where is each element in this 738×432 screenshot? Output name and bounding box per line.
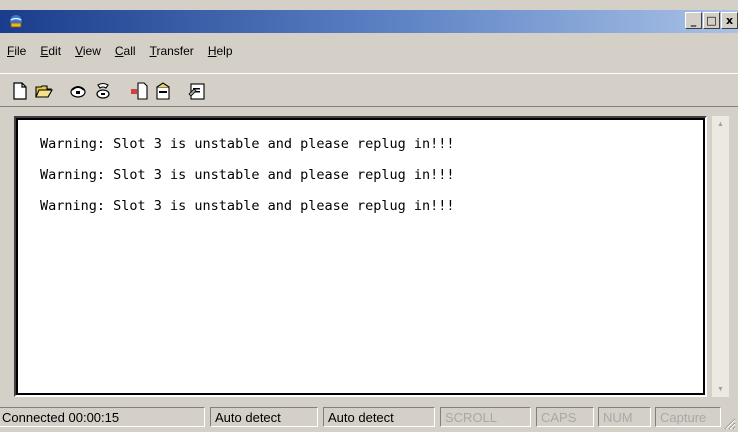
hyperterminal-app-icon[interactable] [8,13,24,29]
status-bar: Connected 00:00:15 Auto detect Auto dete… [0,405,738,432]
send-icon[interactable] [127,79,150,102]
disconnect-icon[interactable] [91,79,114,102]
toolbar [0,73,738,107]
menu-call[interactable]: Call [108,44,143,58]
terminal-frame: Warning: Slot 3 is unstable and please r… [16,118,705,395]
open-icon[interactable] [32,79,55,102]
menu-transfer[interactable]: Transfer [143,44,201,58]
menu-bar: File Edit View Call Transfer Help [0,40,738,62]
close-button[interactable]: x [721,12,738,29]
scroll-up-icon[interactable]: ▲ [712,116,729,132]
status-num: NUM [598,407,651,427]
window-controls: _ □ x [685,12,738,30]
connect-icon[interactable] [66,79,89,102]
terminal-line: Warning: Slot 3 is unstable and please r… [40,167,455,183]
properties-icon[interactable] [185,79,208,102]
terminal-line: Warning: Slot 3 is unstable and please r… [40,198,455,214]
status-caps: CAPS [536,407,594,427]
status-capture: Capture [655,407,721,427]
receive-icon[interactable] [151,79,174,102]
menu-view[interactable]: View [68,44,108,58]
resize-grip-icon[interactable] [723,417,736,430]
terminal-output[interactable]: Warning: Slot 3 is unstable and please r… [14,116,707,397]
terminal-line: Warning: Slot 3 is unstable and please r… [40,136,455,152]
menu-file[interactable]: File [0,44,33,58]
maximize-button[interactable]: □ [703,12,720,29]
title-bar[interactable]: _ □ x [0,10,738,33]
minimize-button[interactable]: _ [685,12,702,29]
menu-help[interactable]: Help [201,44,240,58]
status-auto-detect-1: Auto detect [210,407,318,427]
new-icon[interactable] [8,79,31,102]
status-auto-detect-2: Auto detect [323,407,435,427]
scroll-down-icon[interactable]: ▼ [712,381,729,397]
status-scroll: SCROLL [440,407,531,427]
status-connected-time: Connected 00:00:15 [0,407,205,427]
vertical-scrollbar[interactable]: ▲ ▼ [712,116,729,397]
menu-edit[interactable]: Edit [33,44,68,58]
